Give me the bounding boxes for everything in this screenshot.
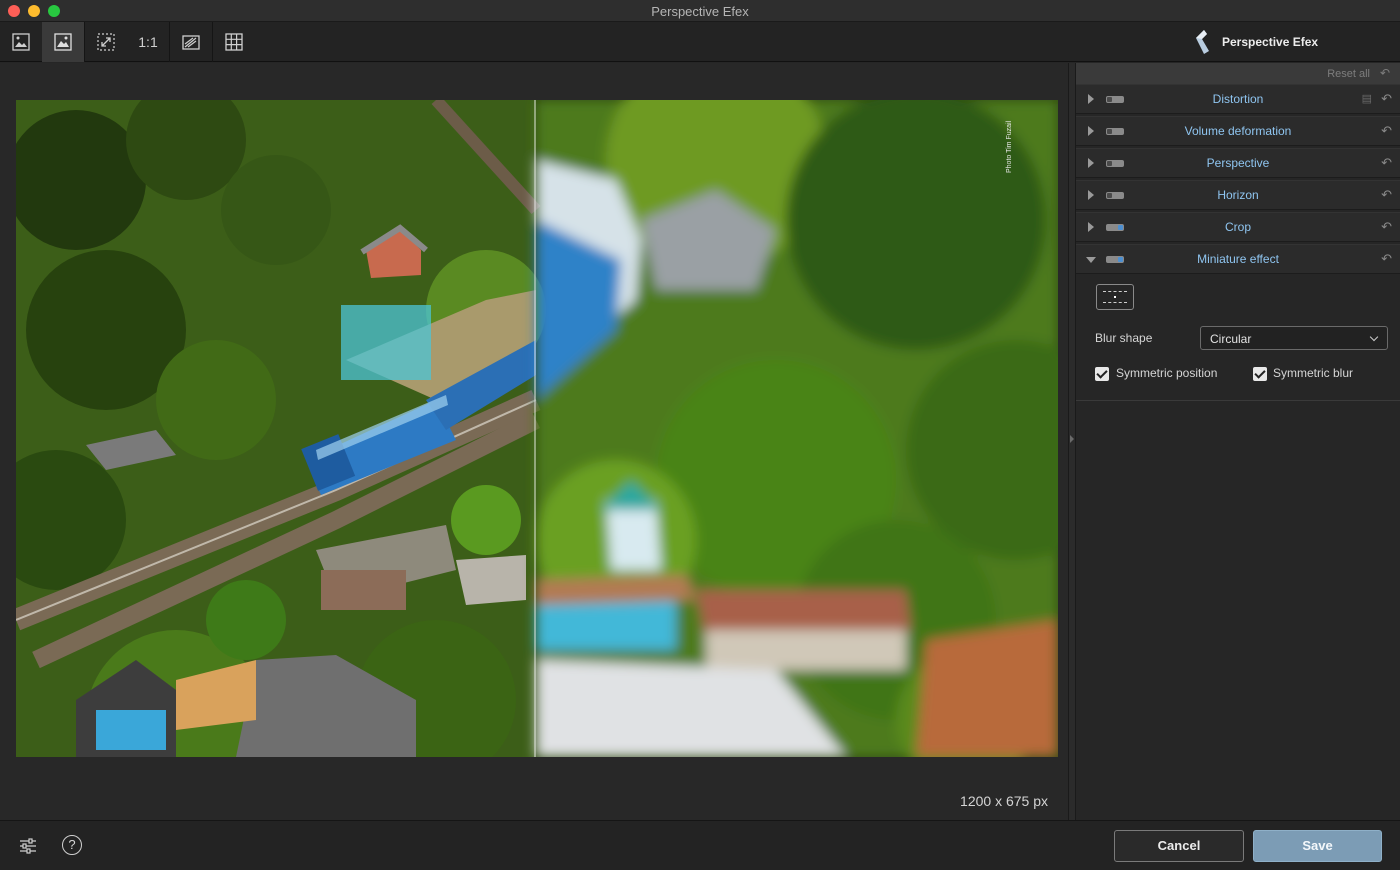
save-button[interactable]: Save (1253, 830, 1382, 862)
section-title: Crop (1224, 220, 1251, 234)
symmetric-position-checkbox[interactable] (1095, 367, 1109, 381)
window-title: Perspective Efex (651, 4, 749, 19)
section-title: Horizon (1217, 188, 1259, 202)
image-dimensions: 1200 x 675 px (960, 793, 1048, 809)
preview-image[interactable]: Photo Tim Fuzail (16, 100, 1058, 757)
section-perspective[interactable]: Perspective ↶ (1076, 148, 1400, 178)
help-icon[interactable]: ? (62, 835, 82, 855)
preview-canvas[interactable]: Photo Tim Fuzail 1200 x 675 px (0, 63, 1068, 820)
split-view-icon[interactable] (170, 22, 212, 62)
image-view-icon[interactable] (42, 22, 84, 62)
panel-splitter[interactable] (1068, 63, 1076, 820)
undo-icon[interactable]: ↶ (1381, 219, 1392, 235)
section-volume-deformation[interactable]: Volume deformation ↶ (1076, 116, 1400, 146)
fit-screen-icon[interactable] (85, 22, 127, 62)
section-miniature-effect[interactable]: Miniature effect ↶ (1076, 244, 1400, 274)
adjustments-panel: Reset all ↶ Distortion ▤ ↶ Volume deform… (1076, 63, 1400, 820)
section-title: Miniature effect (1197, 252, 1279, 266)
one-to-one-button[interactable]: 1:1 (127, 22, 169, 62)
reset-all-button[interactable]: Reset all (1327, 68, 1370, 80)
bottom-bar: ? Cancel Save (0, 820, 1400, 870)
undo-icon[interactable]: ↶ (1381, 123, 1392, 139)
cancel-button[interactable]: Cancel (1114, 830, 1244, 862)
app-window: Perspective Efex 1:1 Perspective Efex Ph… (0, 0, 1400, 870)
grid-icon[interactable] (213, 22, 255, 62)
section-distortion[interactable]: Distortion ▤ ↶ (1076, 84, 1400, 114)
section-crop[interactable]: Crop ↶ (1076, 212, 1400, 242)
miniature-effect-controls: Blur shape Circular Symmetric position S… (1076, 274, 1400, 401)
title-bar: Perspective Efex (0, 0, 1400, 22)
chevron-down-icon (1369, 332, 1379, 342)
section-title: Distortion (1212, 92, 1264, 106)
toolbar: 1:1 Perspective Efex (0, 22, 1400, 62)
symmetric-blur-label[interactable]: Symmetric blur (1273, 366, 1353, 380)
collapse-arrow-icon[interactable] (1070, 435, 1074, 443)
undo-icon[interactable]: ↶ (1381, 155, 1392, 171)
section-horizon[interactable]: Horizon ↶ (1076, 180, 1400, 210)
trash-icon[interactable]: ▤ (1362, 92, 1372, 105)
undo-icon[interactable]: ↶ (1381, 251, 1392, 267)
undo-icon[interactable]: ↶ (1381, 187, 1392, 203)
before-after-icon[interactable] (0, 22, 42, 62)
photo-credit-watermark: Photo Tim Fuzail (1006, 120, 1013, 173)
undo-icon[interactable]: ↶ (1381, 91, 1392, 107)
blur-shape-select[interactable]: Circular (1200, 326, 1388, 350)
perspective-efex-logo-icon (1196, 30, 1209, 54)
sliders-settings-icon[interactable] (17, 835, 39, 857)
symmetric-blur-checkbox[interactable] (1253, 367, 1267, 381)
brand-name: Perspective Efex (1222, 35, 1319, 49)
brand: Perspective Efex (1192, 26, 1318, 58)
section-title: Volume deformation (1184, 124, 1292, 138)
reset-all-row: Reset all ↶ (1076, 63, 1400, 84)
symmetric-position-label[interactable]: Symmetric position (1116, 366, 1217, 380)
reset-all-undo-icon[interactable]: ↶ (1380, 66, 1390, 80)
blur-shape-preset-button[interactable] (1096, 284, 1134, 310)
blur-shape-label: Blur shape (1095, 331, 1153, 345)
blur-shape-value: Circular (1210, 332, 1252, 346)
section-title: Perspective (1206, 156, 1270, 170)
